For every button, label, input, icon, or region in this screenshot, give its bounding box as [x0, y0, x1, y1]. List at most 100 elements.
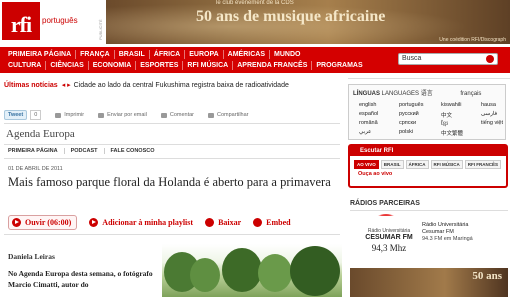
- nav-item[interactable]: ÁFRICA: [150, 50, 186, 59]
- comment-button[interactable]: Comentar: [160, 112, 194, 118]
- print-button[interactable]: Imprimir: [55, 112, 84, 118]
- download-button[interactable]: Baixar: [205, 217, 242, 227]
- article-photo[interactable]: [162, 244, 342, 297]
- radio-info[interactable]: Rádio Universitária Cesumar FM 94.3 FM e…: [422, 222, 508, 243]
- radio-logo[interactable]: Rádio Universitária CESUMAR FM 94,3 Mhz: [360, 216, 418, 266]
- radio-logo-freq: 94,3 Mhz: [371, 243, 407, 253]
- language-link[interactable]: 中文繁體: [441, 129, 463, 137]
- email-label: Enviar por email: [107, 112, 147, 118]
- tab-brasil[interactable]: BRASIL: [380, 160, 404, 169]
- share-bar: Tweet 0 Imprimir Enviar por email Coment…: [4, 109, 340, 121]
- nav-item[interactable]: BRASIL: [115, 50, 150, 59]
- share-label: Compartilhar: [217, 112, 249, 118]
- nav-item[interactable]: MUNDO: [270, 50, 304, 59]
- radio-name-2: Cesumar FM: [422, 229, 454, 235]
- languages-title-en: LANGUAGES: [381, 91, 420, 97]
- nav-item[interactable]: AMÉRICAS: [224, 50, 270, 59]
- language-link[interactable]: hausa: [481, 102, 496, 108]
- header: rfi português PUBLICITÉ le club événemen…: [0, 0, 510, 44]
- language-link[interactable]: русский: [399, 111, 419, 117]
- publicite-label: PUBLICITÉ: [98, 19, 103, 40]
- language-link[interactable]: tiếng việt: [481, 120, 503, 126]
- embed-button[interactable]: Embed: [253, 217, 291, 227]
- section-subnav: PRIMEIRA PÁGINA PODCAST FALE CONOSCO: [8, 148, 161, 154]
- banner-subtitle: le club événement de la CDS: [216, 0, 294, 6]
- section-title: Agenda Europa: [6, 128, 75, 140]
- language-link[interactable]: 中文: [441, 111, 452, 119]
- print-icon: [55, 112, 62, 118]
- tweet-button[interactable]: Tweet: [4, 110, 28, 120]
- article-date: 01 DE ABRIL DE 2011: [8, 166, 63, 172]
- language-link[interactable]: português: [399, 102, 423, 108]
- tab-rfi-musica[interactable]: RFI MÚSICA: [430, 160, 463, 169]
- nav-item[interactable]: APRENDA FRANCÊS: [233, 61, 313, 70]
- listen-rfi-title: Escutar RFI: [350, 146, 506, 156]
- radio-name: Rádio Universitária: [422, 222, 469, 228]
- print-label: Imprimir: [64, 112, 85, 118]
- nav-row-2: CULTURA CIÊNCIAS ECONOMIA ESPORTES RFI M…: [4, 61, 367, 70]
- listen-rfi-widget: Escutar RFI AO VIVO BRASIL ÁFRICA RFI MÚ…: [348, 144, 508, 188]
- nav-item[interactable]: ECONOMIA: [89, 61, 137, 70]
- language-box: LÍNGUAS LANGUAGES 语言 français english po…: [348, 84, 506, 140]
- nav-item[interactable]: CULTURA: [4, 61, 47, 70]
- listen-label: Ouvir (06:00): [25, 217, 72, 227]
- language-link[interactable]: kiswahili: [441, 102, 461, 108]
- banner-title: 50 ans de musique africaine: [196, 8, 386, 25]
- language-link[interactable]: عربي: [359, 129, 371, 135]
- comment-icon: [160, 112, 167, 118]
- language-selected[interactable]: français: [460, 91, 481, 97]
- language-link[interactable]: polski: [399, 129, 413, 135]
- search-input[interactable]: Busca: [398, 53, 498, 65]
- add-icon: [89, 217, 99, 227]
- share-button[interactable]: Compartilhar: [208, 112, 249, 118]
- nav-item[interactable]: PRIMEIRA PÁGINA: [4, 50, 77, 59]
- tab-rfi-frances[interactable]: RFI FRANCÊS: [464, 160, 502, 169]
- language-link[interactable]: español: [359, 111, 378, 117]
- language-link[interactable]: română: [359, 120, 378, 126]
- logo-text: rfi: [10, 12, 32, 37]
- divider: [4, 234, 340, 235]
- ticker-headline[interactable]: Cidade ao lado da central Fukushima regi…: [74, 82, 289, 89]
- subnav-item[interactable]: PODCAST: [65, 148, 105, 154]
- nav-item[interactable]: ESPORTES: [136, 61, 184, 70]
- listen-button[interactable]: Ouvir (06:00): [8, 214, 78, 230]
- languages-title-zh: 语言: [420, 91, 433, 97]
- language-link[interactable]: српски: [399, 120, 416, 126]
- download-label: Baixar: [218, 217, 242, 227]
- language-header: LÍNGUAS LANGUAGES 语言 français: [353, 88, 481, 97]
- side-ad[interactable]: 50 ans: [350, 268, 508, 297]
- nav-row-1: PRIMEIRA PÁGINA FRANÇA BRASIL ÁFRICA EUR…: [4, 50, 304, 59]
- news-ticker: Últimas notícias ◂ ▸ Cidade ao lado da c…: [0, 78, 345, 92]
- nav-item[interactable]: PROGRAMAS: [312, 61, 366, 70]
- rfi-logo[interactable]: rfi: [2, 2, 40, 40]
- language-link[interactable]: فارسی: [481, 111, 497, 117]
- languages-title-pt: LÍNGUAS: [353, 91, 380, 97]
- embed-label: Embed: [266, 217, 291, 227]
- banner-credit: Une coédition RFI/Discograph: [439, 37, 506, 43]
- email-button[interactable]: Enviar por email: [98, 112, 147, 118]
- radio-logo-big: CESUMAR FM: [365, 234, 413, 241]
- nav-item[interactable]: EUROPA: [185, 50, 224, 59]
- nav-item[interactable]: CIÊNCIAS: [46, 61, 89, 70]
- side-ad-text: 50 ans: [472, 270, 502, 282]
- add-playlist-button[interactable]: Adicionar à minha playlist: [89, 217, 193, 227]
- divider: [348, 78, 510, 79]
- language-link[interactable]: english: [359, 102, 376, 108]
- language-link[interactable]: ខ្មែរ: [441, 120, 448, 128]
- search-icon[interactable]: [486, 55, 494, 63]
- article-actions: Ouvir (06:00) Adicionar à minha playlist…: [8, 213, 340, 231]
- article-body: No Agenda Europa desta semana, o fotógra…: [8, 269, 153, 289]
- subnav-item[interactable]: FALE CONOSCO: [105, 148, 161, 154]
- tab-ao-vivo[interactable]: AO VIVO: [354, 160, 379, 169]
- article-headline: Mais famoso parque floral da Holanda é a…: [8, 175, 331, 189]
- nav-item[interactable]: RFI MÚSICA: [183, 61, 234, 70]
- ticker-nav-icon[interactable]: ◂ ▸: [62, 81, 71, 89]
- listen-live-link[interactable]: Ouça ao vivo: [358, 171, 392, 177]
- tab-africa[interactable]: ÁFRICA: [405, 160, 429, 169]
- partner-radios-title: RÁDIOS PARCEIRAS: [350, 200, 420, 207]
- subnav-item[interactable]: PRIMEIRA PÁGINA: [8, 148, 65, 154]
- ad-banner[interactable]: le club événement de la CDS 50 ans de mu…: [106, 0, 510, 44]
- embed-icon: [253, 217, 263, 227]
- divider: [4, 123, 340, 124]
- nav-item[interactable]: FRANÇA: [76, 50, 115, 59]
